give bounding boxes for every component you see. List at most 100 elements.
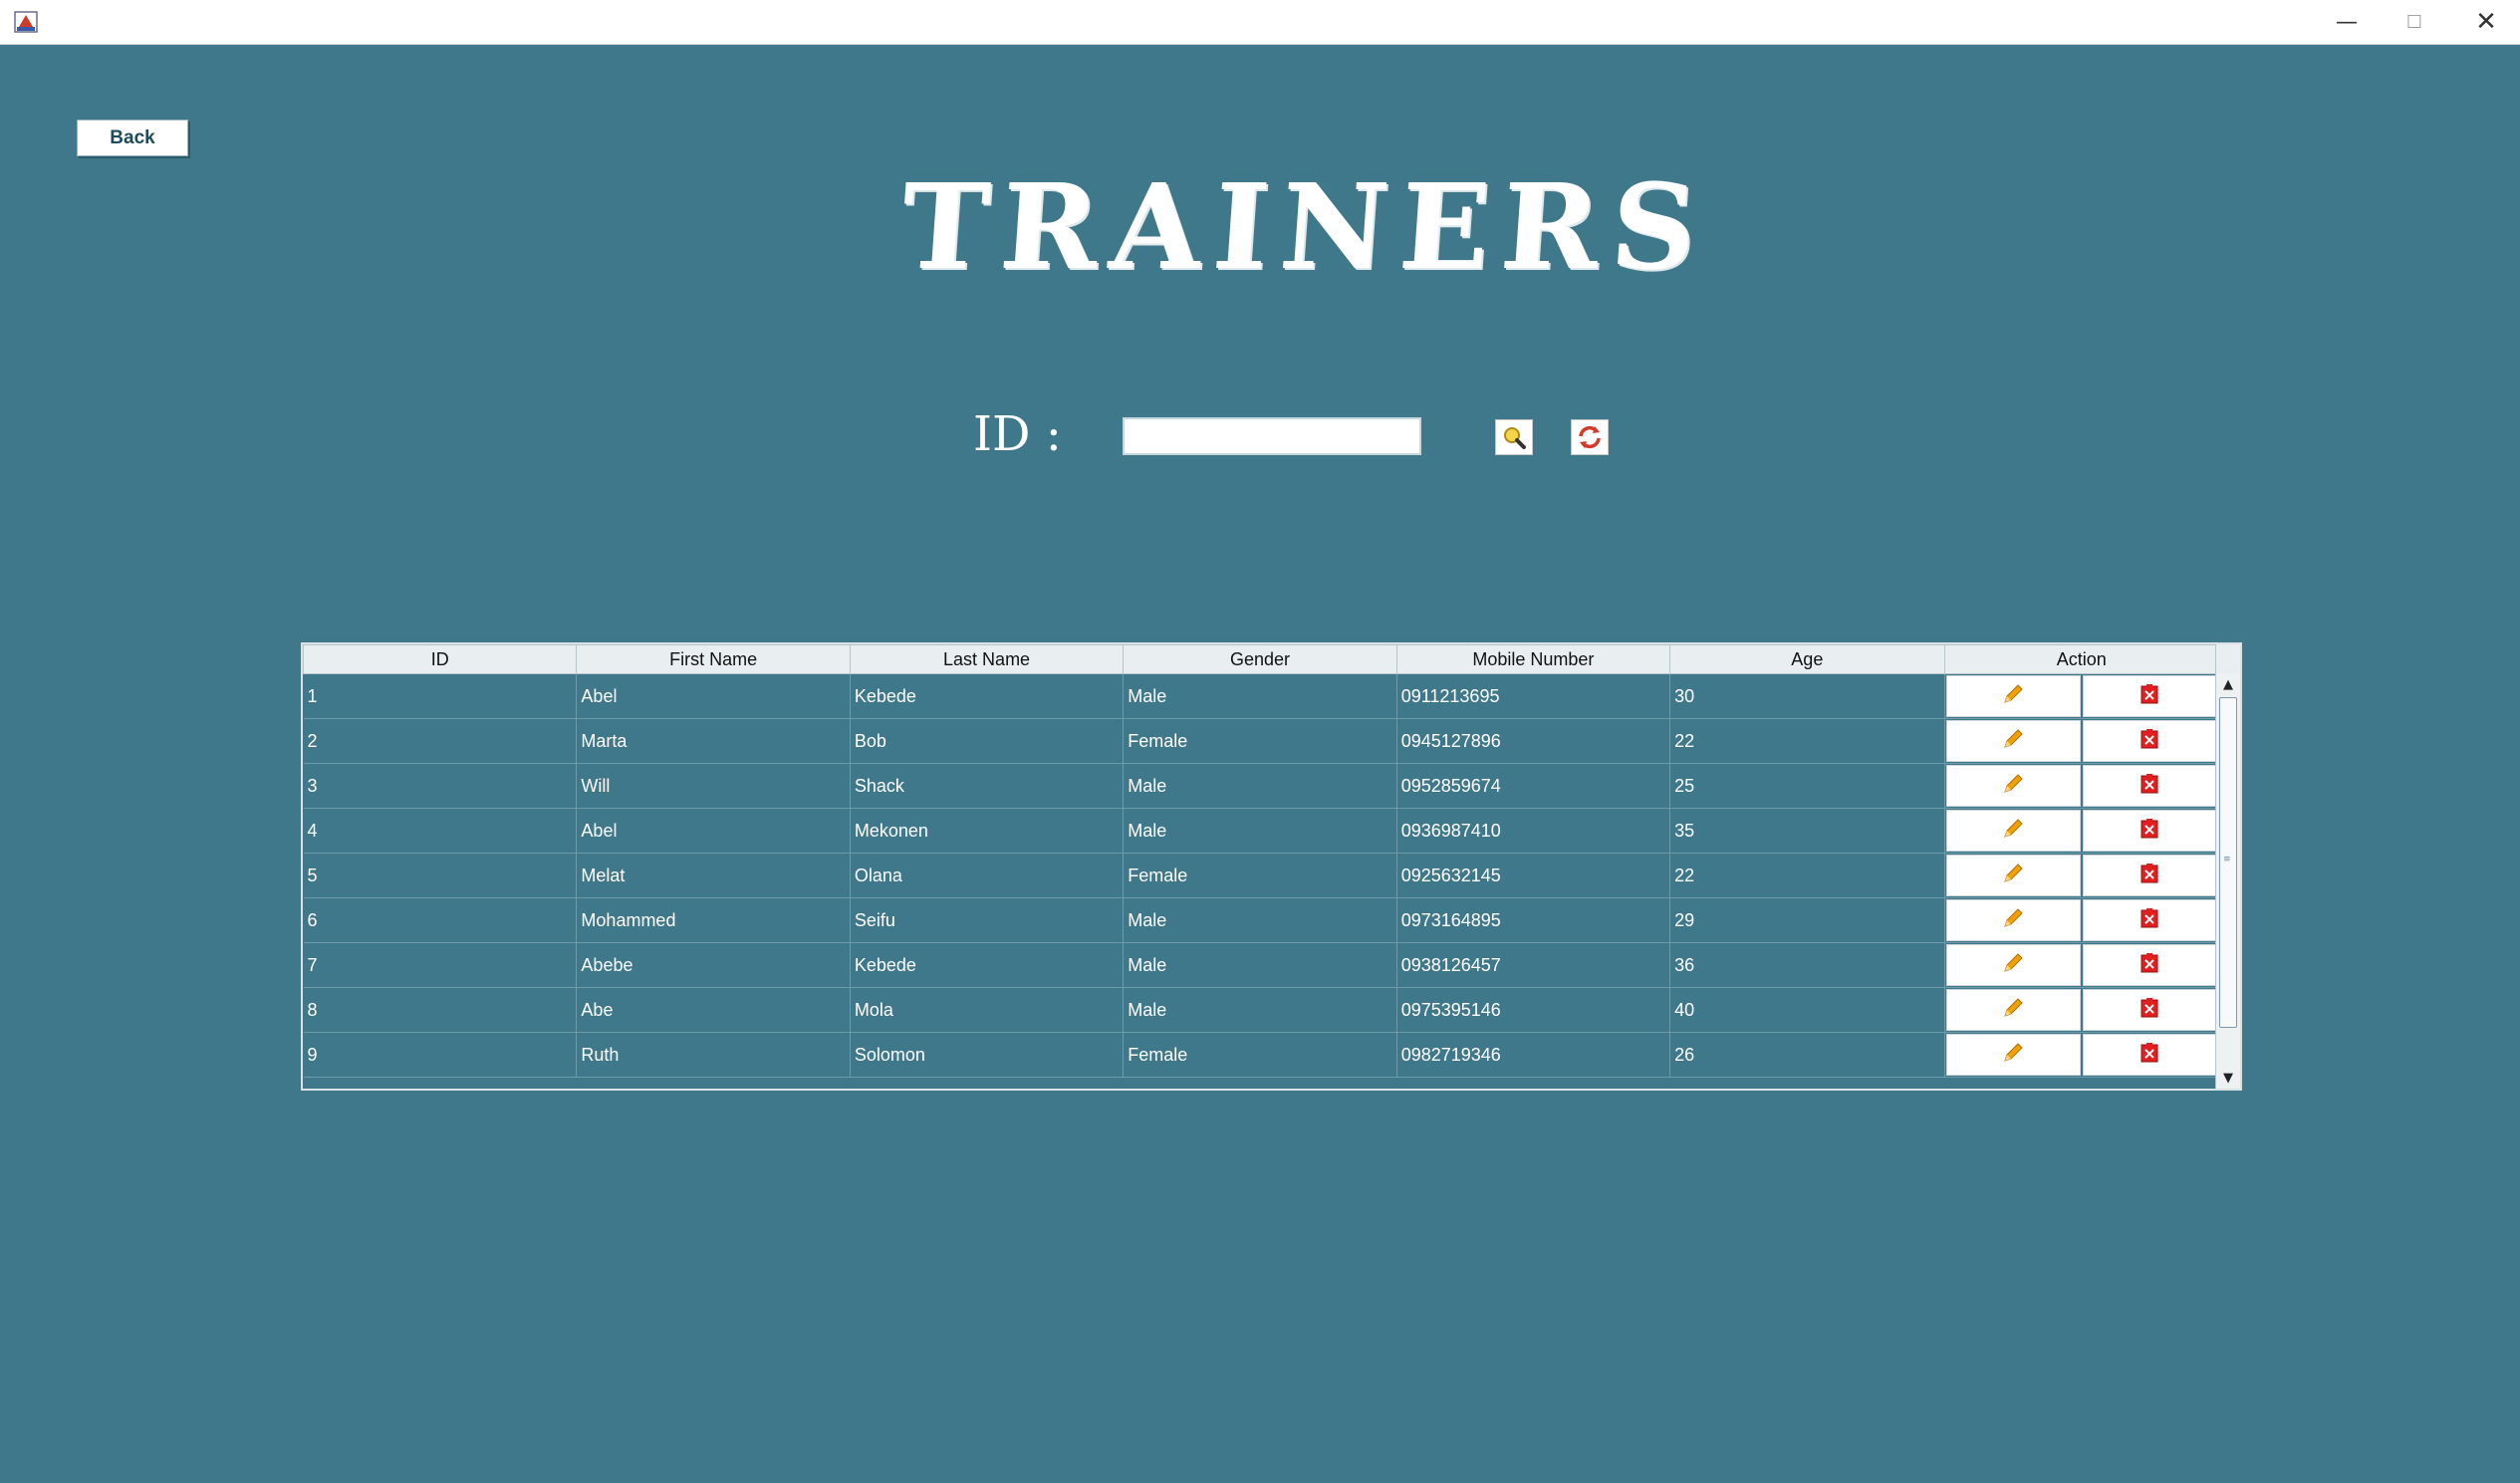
delete-icon — [2140, 683, 2159, 710]
cell-mobile-number: 0952859674 — [1396, 763, 1671, 809]
cell-age: 35 — [1669, 808, 1945, 854]
back-button[interactable]: Back — [77, 120, 188, 156]
cell-last-name: Olana — [850, 853, 1125, 898]
vertical-scrollbar[interactable]: ▲ ≡ ▼ — [2215, 673, 2240, 1089]
page-title: TRAINERS — [896, 157, 1713, 296]
pencil-icon — [2001, 772, 2025, 801]
column-header-gender[interactable]: Gender — [1123, 644, 1397, 674]
cell-action — [1944, 897, 2220, 943]
cell-age: 36 — [1669, 942, 1945, 988]
pencil-icon — [2001, 951, 2025, 980]
delete-button[interactable] — [2082, 1034, 2217, 1076]
table-row[interactable]: 6 Mohammed Seifu Male 0973164895 29 — [303, 897, 2220, 943]
edit-button[interactable] — [1945, 810, 2081, 852]
delete-button[interactable] — [2082, 720, 2217, 762]
scroll-down-arrow-icon[interactable]: ▼ — [2216, 1067, 2240, 1089]
delete-icon — [2140, 997, 2159, 1024]
delete-button[interactable] — [2082, 810, 2217, 852]
edit-button[interactable] — [1945, 675, 2081, 717]
java-app-icon — [14, 11, 38, 33]
cell-first-name: Marta — [576, 718, 851, 764]
pencil-icon — [2001, 817, 2025, 846]
cell-age: 26 — [1669, 1032, 1945, 1078]
cell-first-name: Abe — [576, 987, 851, 1033]
cell-first-name: Abebe — [576, 942, 851, 988]
table-row[interactable]: 8 Abe Mola Male 0975395146 40 — [303, 987, 2220, 1033]
cell-first-name: Mohammed — [576, 897, 851, 943]
cell-gender: Male — [1123, 942, 1397, 988]
edit-button[interactable] — [1945, 720, 2081, 762]
cell-action — [1944, 808, 2220, 854]
delete-button[interactable] — [2082, 765, 2217, 807]
id-search-label: ID : — [973, 406, 1062, 462]
column-header-last-name[interactable]: Last Name — [849, 644, 1125, 674]
cell-last-name: Mekonen — [850, 808, 1125, 854]
pencil-icon — [2001, 906, 2025, 935]
table-row[interactable]: 4 Abel Mekonen Male 0936987410 35 — [303, 808, 2220, 854]
delete-button[interactable] — [2082, 899, 2217, 941]
trainers-table: ID First Name Last Name Gender Mobile Nu… — [301, 642, 2242, 1091]
cell-gender: Male — [1123, 673, 1397, 719]
pencil-icon — [2001, 682, 2025, 711]
column-header-first-name[interactable]: First Name — [576, 644, 851, 674]
cell-gender: Female — [1123, 1032, 1397, 1078]
table-row[interactable]: 9 Ruth Solomon Female 0982719346 26 — [303, 1032, 2220, 1078]
cell-first-name: Melat — [576, 853, 851, 898]
table-row[interactable]: 5 Melat Olana Female 0925632145 22 — [303, 853, 2220, 898]
edit-button[interactable] — [1945, 989, 2081, 1031]
table-row[interactable]: 1 Abel Kebede Male 0911213695 30 — [303, 673, 2220, 719]
table-header-corner — [2215, 644, 2240, 673]
cell-mobile-number: 0973164895 — [1396, 897, 1671, 943]
cell-age: 40 — [1669, 987, 1945, 1033]
pencil-icon — [2001, 862, 2025, 890]
column-header-id[interactable]: ID — [303, 644, 578, 674]
cell-mobile-number: 0925632145 — [1396, 853, 1671, 898]
delete-button[interactable] — [2082, 855, 2217, 896]
column-header-mobile-number[interactable]: Mobile Number — [1395, 644, 1671, 674]
delete-button[interactable] — [2082, 989, 2217, 1031]
id-search-input[interactable] — [1123, 417, 1421, 455]
scrollbar-thumb[interactable]: ≡ — [2219, 697, 2237, 1028]
scroll-grip-icon: ≡ — [2223, 855, 2231, 865]
table-header-row: ID First Name Last Name Gender Mobile Nu… — [303, 644, 2220, 674]
edit-button[interactable] — [1945, 1034, 2081, 1076]
maximize-button[interactable]: ☐ — [2381, 0, 2448, 44]
edit-button[interactable] — [1945, 944, 2081, 986]
cell-id: 3 — [303, 763, 578, 809]
cell-id: 8 — [303, 987, 578, 1033]
column-header-age[interactable]: Age — [1669, 644, 1945, 674]
table-row[interactable]: 7 Abebe Kebede Male 0938126457 36 — [303, 942, 2220, 988]
cell-age: 22 — [1669, 853, 1945, 898]
cell-first-name: Abel — [576, 808, 851, 854]
cell-last-name: Mola — [850, 987, 1125, 1033]
search-button[interactable] — [1495, 419, 1533, 455]
cell-action — [1944, 987, 2220, 1033]
table-row[interactable]: 3 Will Shack Male 0952859674 25 — [303, 763, 2220, 809]
edit-button[interactable] — [1945, 855, 2081, 896]
table-row[interactable]: 2 Marta Bob Female 0945127896 22 — [303, 718, 2220, 764]
column-header-action[interactable]: Action — [1943, 644, 2220, 674]
cell-mobile-number: 0945127896 — [1396, 718, 1671, 764]
cell-gender: Male — [1123, 763, 1397, 809]
cell-action — [1944, 673, 2220, 719]
close-button[interactable]: ✕ — [2452, 0, 2520, 44]
delete-icon — [2140, 1042, 2159, 1069]
cell-action — [1944, 763, 2220, 809]
delete-icon — [2140, 952, 2159, 979]
refresh-button[interactable] — [1571, 419, 1609, 455]
edit-button[interactable] — [1945, 899, 2081, 941]
minimize-button[interactable]: — — [2313, 0, 2381, 44]
delete-button[interactable] — [2082, 675, 2217, 717]
cell-first-name: Abel — [576, 673, 851, 719]
cell-id: 2 — [303, 718, 578, 764]
delete-button[interactable] — [2082, 944, 2217, 986]
cell-age: 29 — [1669, 897, 1945, 943]
scroll-up-arrow-icon[interactable]: ▲ — [2216, 673, 2240, 695]
cell-mobile-number: 0936987410 — [1396, 808, 1671, 854]
pencil-icon — [2001, 996, 2025, 1025]
cell-id: 4 — [303, 808, 578, 854]
cell-last-name: Kebede — [850, 942, 1125, 988]
cell-action — [1944, 718, 2220, 764]
edit-button[interactable] — [1945, 765, 2081, 807]
cell-id: 9 — [303, 1032, 578, 1078]
